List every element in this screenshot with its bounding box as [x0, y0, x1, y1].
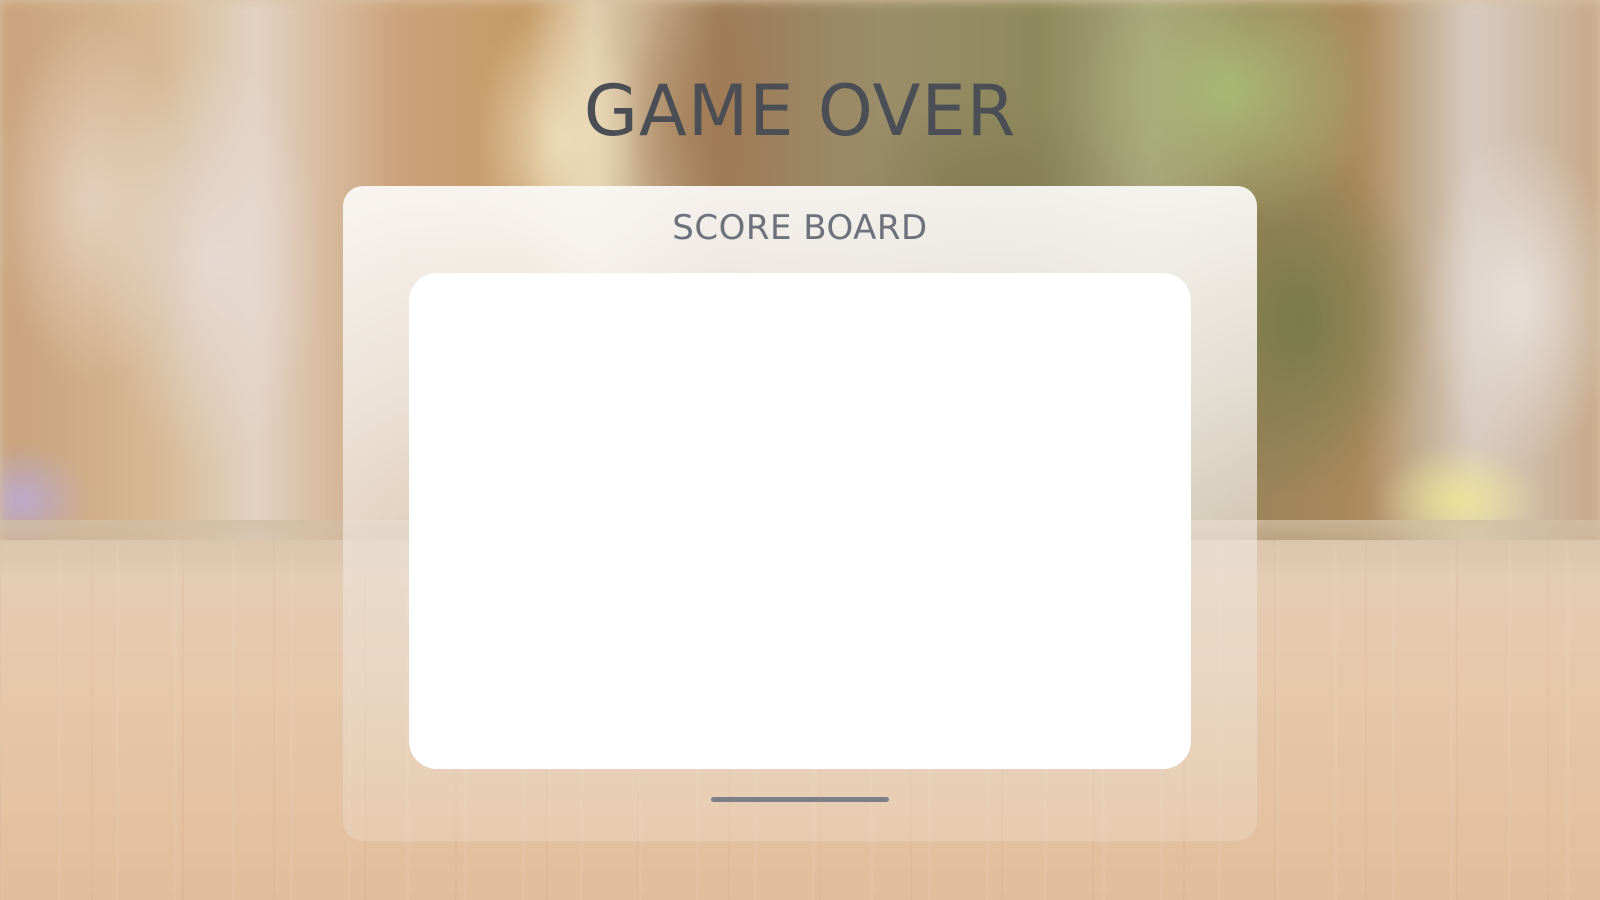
game-over-title: GAME OVER: [583, 70, 1017, 152]
scoreboard-panel: SCORE BOARD: [343, 186, 1257, 841]
scoreboard-list[interactable]: [409, 273, 1191, 769]
panel-drag-handle[interactable]: [711, 797, 889, 802]
scoreboard-heading: SCORE BOARD: [672, 208, 928, 248]
